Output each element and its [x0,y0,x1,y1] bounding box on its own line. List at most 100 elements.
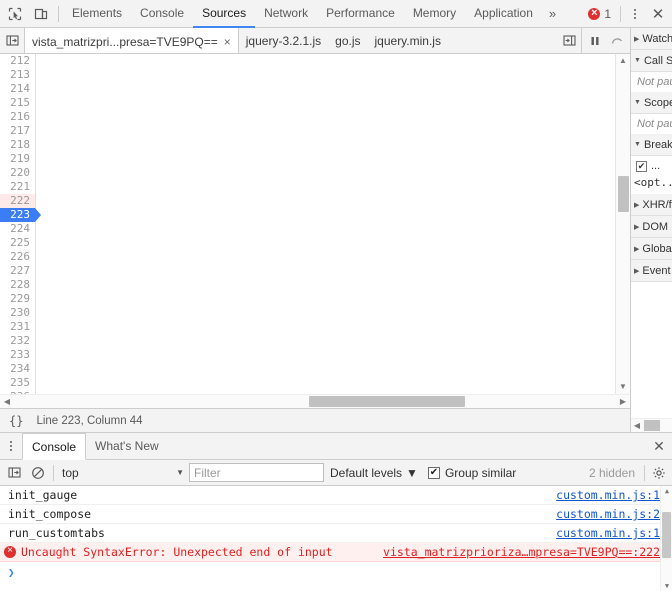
line-number[interactable]: 231 [0,320,35,334]
console-message-source-link[interactable]: custom.min.js:2 [556,507,672,521]
device-toolbar-icon[interactable] [28,1,54,27]
line-number[interactable]: 224 [0,222,35,236]
line-number[interactable]: 232 [0,334,35,348]
console-error-row[interactable]: Uncaught SyntaxError: Unexpected end of … [0,543,672,562]
line-number[interactable]: 225 [0,236,35,250]
close-icon[interactable]: ✕ [646,1,670,27]
tab-console[interactable]: Console [131,0,193,28]
line-number[interactable]: 226 [0,250,35,264]
more-tabs-chevron-icon[interactable]: » [542,0,563,28]
console-message-list[interactable]: init_gauge custom.min.js:1 init_compose … [0,486,672,591]
kebab-menu-icon[interactable] [624,1,646,27]
scrollbar-thumb[interactable] [662,512,671,558]
group-similar-toggle[interactable]: ✔ Group similar [424,466,516,480]
scrollbar-thumb[interactable] [308,396,466,407]
line-number[interactable]: 235 [0,376,35,390]
scroll-left-arrow-icon[interactable]: ◀ [0,397,14,406]
sidebar-section-xhr-breakpoints[interactable]: ▶ XHR/fetch Breakpoints [631,194,672,216]
sidebar-section-call-stack[interactable]: ▼ Call Stack [631,50,672,72]
gear-icon[interactable] [648,466,670,480]
editor-horizontal-scrollbar[interactable]: ◀ ▶ [0,394,630,408]
debugger-controls [581,28,630,53]
tab-performance[interactable]: Performance [317,0,404,28]
sidebar-section-dom-breakpoints[interactable]: ▶ DOM Breakpoints [631,216,672,238]
line-number[interactable]: 212 [0,54,35,68]
tab-network[interactable]: Network [255,0,317,28]
console-sidebar-toggle-icon[interactable] [2,461,26,485]
console-context-selector[interactable]: top ▼ [57,463,189,483]
sidebar-section-event-listener-breakpoints[interactable]: ▶ Event Listener Breakpoints [631,260,672,282]
pause-script-execution-icon[interactable] [584,29,606,53]
line-number[interactable]: 219 [0,152,35,166]
sidebar-section-global-listeners[interactable]: ▶ Global Listeners [631,238,672,260]
console-message-text: init_gauge [8,488,78,502]
line-number-error[interactable]: 222 [0,194,35,208]
editor-tab-jquery-321[interactable]: jquery-3.2.1.js [239,28,328,53]
drawer-tab-console[interactable]: Console [22,433,87,460]
pretty-print-icon[interactable]: {} [6,414,26,428]
line-number[interactable]: 217 [0,124,35,138]
line-number[interactable]: 230 [0,306,35,320]
group-similar-checkbox[interactable]: ✔ [427,466,440,479]
editor-tab-go-js[interactable]: go.js [328,28,367,53]
console-prompt[interactable]: ❯ [0,562,672,582]
console-message-row[interactable]: init_compose custom.min.js:2 [0,505,672,524]
scroll-right-arrow-icon[interactable]: ▶ [616,397,630,406]
line-number[interactable]: 216 [0,110,35,124]
editor-tab-close-icon[interactable]: × [224,35,231,49]
scroll-down-arrow-icon[interactable]: ▼ [661,582,672,590]
scrollbar-thumb[interactable] [644,420,660,431]
console-filter-input[interactable] [189,463,324,482]
show-debugger-sidebar-icon[interactable] [557,28,581,53]
clear-console-icon[interactable] [26,461,50,485]
line-number[interactable]: 214 [0,82,35,96]
console-log-levels-selector[interactable]: Default levels ▼ [324,466,424,480]
console-error-source-link[interactable]: vista_matrizprioriza…mpresa=TVE9PQ==:222 [383,545,672,559]
breakpoint-item[interactable]: ✔ ... [631,156,672,176]
drawer-close-icon[interactable]: ✕ [646,433,672,459]
line-number[interactable]: 213 [0,68,35,82]
breakpoint-checkbox[interactable]: ✔ [636,160,647,172]
line-number[interactable]: 229 [0,292,35,306]
line-number-execution-pointer[interactable]: 223 [0,208,41,222]
code-editor[interactable]: 212 213 214 215 216 217 218 219 220 221 … [0,54,630,394]
tab-memory[interactable]: Memory [404,0,465,28]
line-number[interactable]: 234 [0,362,35,376]
drawer-kebab-menu-icon[interactable] [0,433,22,459]
line-number[interactable]: 220 [0,166,35,180]
scrollbar-thumb[interactable] [618,176,629,212]
console-vertical-scrollbar[interactable]: ▲ ▼ [660,486,672,591]
editor-vertical-scrollbar[interactable]: ▲ ▼ [615,54,630,394]
scrollbar-track[interactable] [14,396,616,407]
sidebar-section-watch[interactable]: ▶ Watch [631,28,672,50]
step-over-next-function-call-icon[interactable] [606,29,628,53]
line-number[interactable]: 221 [0,180,35,194]
error-count-badge[interactable]: 1 [584,0,617,28]
line-number[interactable]: 215 [0,96,35,110]
drawer-tab-whats-new[interactable]: What's New [86,433,168,459]
sidebar-section-scope[interactable]: ▼ Scope [631,92,672,114]
breakpoint-code-snippet: <opt... [634,176,672,189]
scroll-left-arrow-icon[interactable]: ◀ [631,421,644,430]
editor-tab-jquery-min-js[interactable]: jquery.min.js [368,28,448,53]
console-message-row[interactable]: init_gauge custom.min.js:1 [0,486,672,505]
console-message-source-link[interactable]: custom.min.js:1 [556,488,672,502]
line-number[interactable]: 218 [0,138,35,152]
line-number[interactable]: 233 [0,348,35,362]
code-content[interactable]: gocio":"1","3":"Impactoo","nombre":"Impa… [36,54,615,394]
scroll-up-arrow-icon[interactable]: ▲ [619,54,627,68]
show-navigator-icon[interactable] [0,28,24,53]
line-number[interactable]: 227 [0,264,35,278]
console-message-row[interactable]: run_customtabs custom.min.js:1 [0,524,672,543]
tab-sources[interactable]: Sources [193,0,256,28]
console-message-source-link[interactable]: custom.min.js:1 [556,526,672,540]
line-number[interactable]: 228 [0,278,35,292]
sidebar-horizontal-scrollbar[interactable]: ◀ [631,418,672,432]
scroll-down-arrow-icon[interactable]: ▼ [619,380,627,394]
sidebar-section-breakpoints[interactable]: ▼ Breakpoints [631,134,672,156]
tab-elements[interactable]: Elements [63,0,131,28]
scroll-up-arrow-icon[interactable]: ▲ [661,487,672,495]
editor-tab-vista-matrizpriorizacion[interactable]: vista_matrizpri...presa=TVE9PQ== × [24,28,239,53]
inspect-cursor-icon[interactable] [2,1,28,27]
tab-application[interactable]: Application [465,0,542,28]
